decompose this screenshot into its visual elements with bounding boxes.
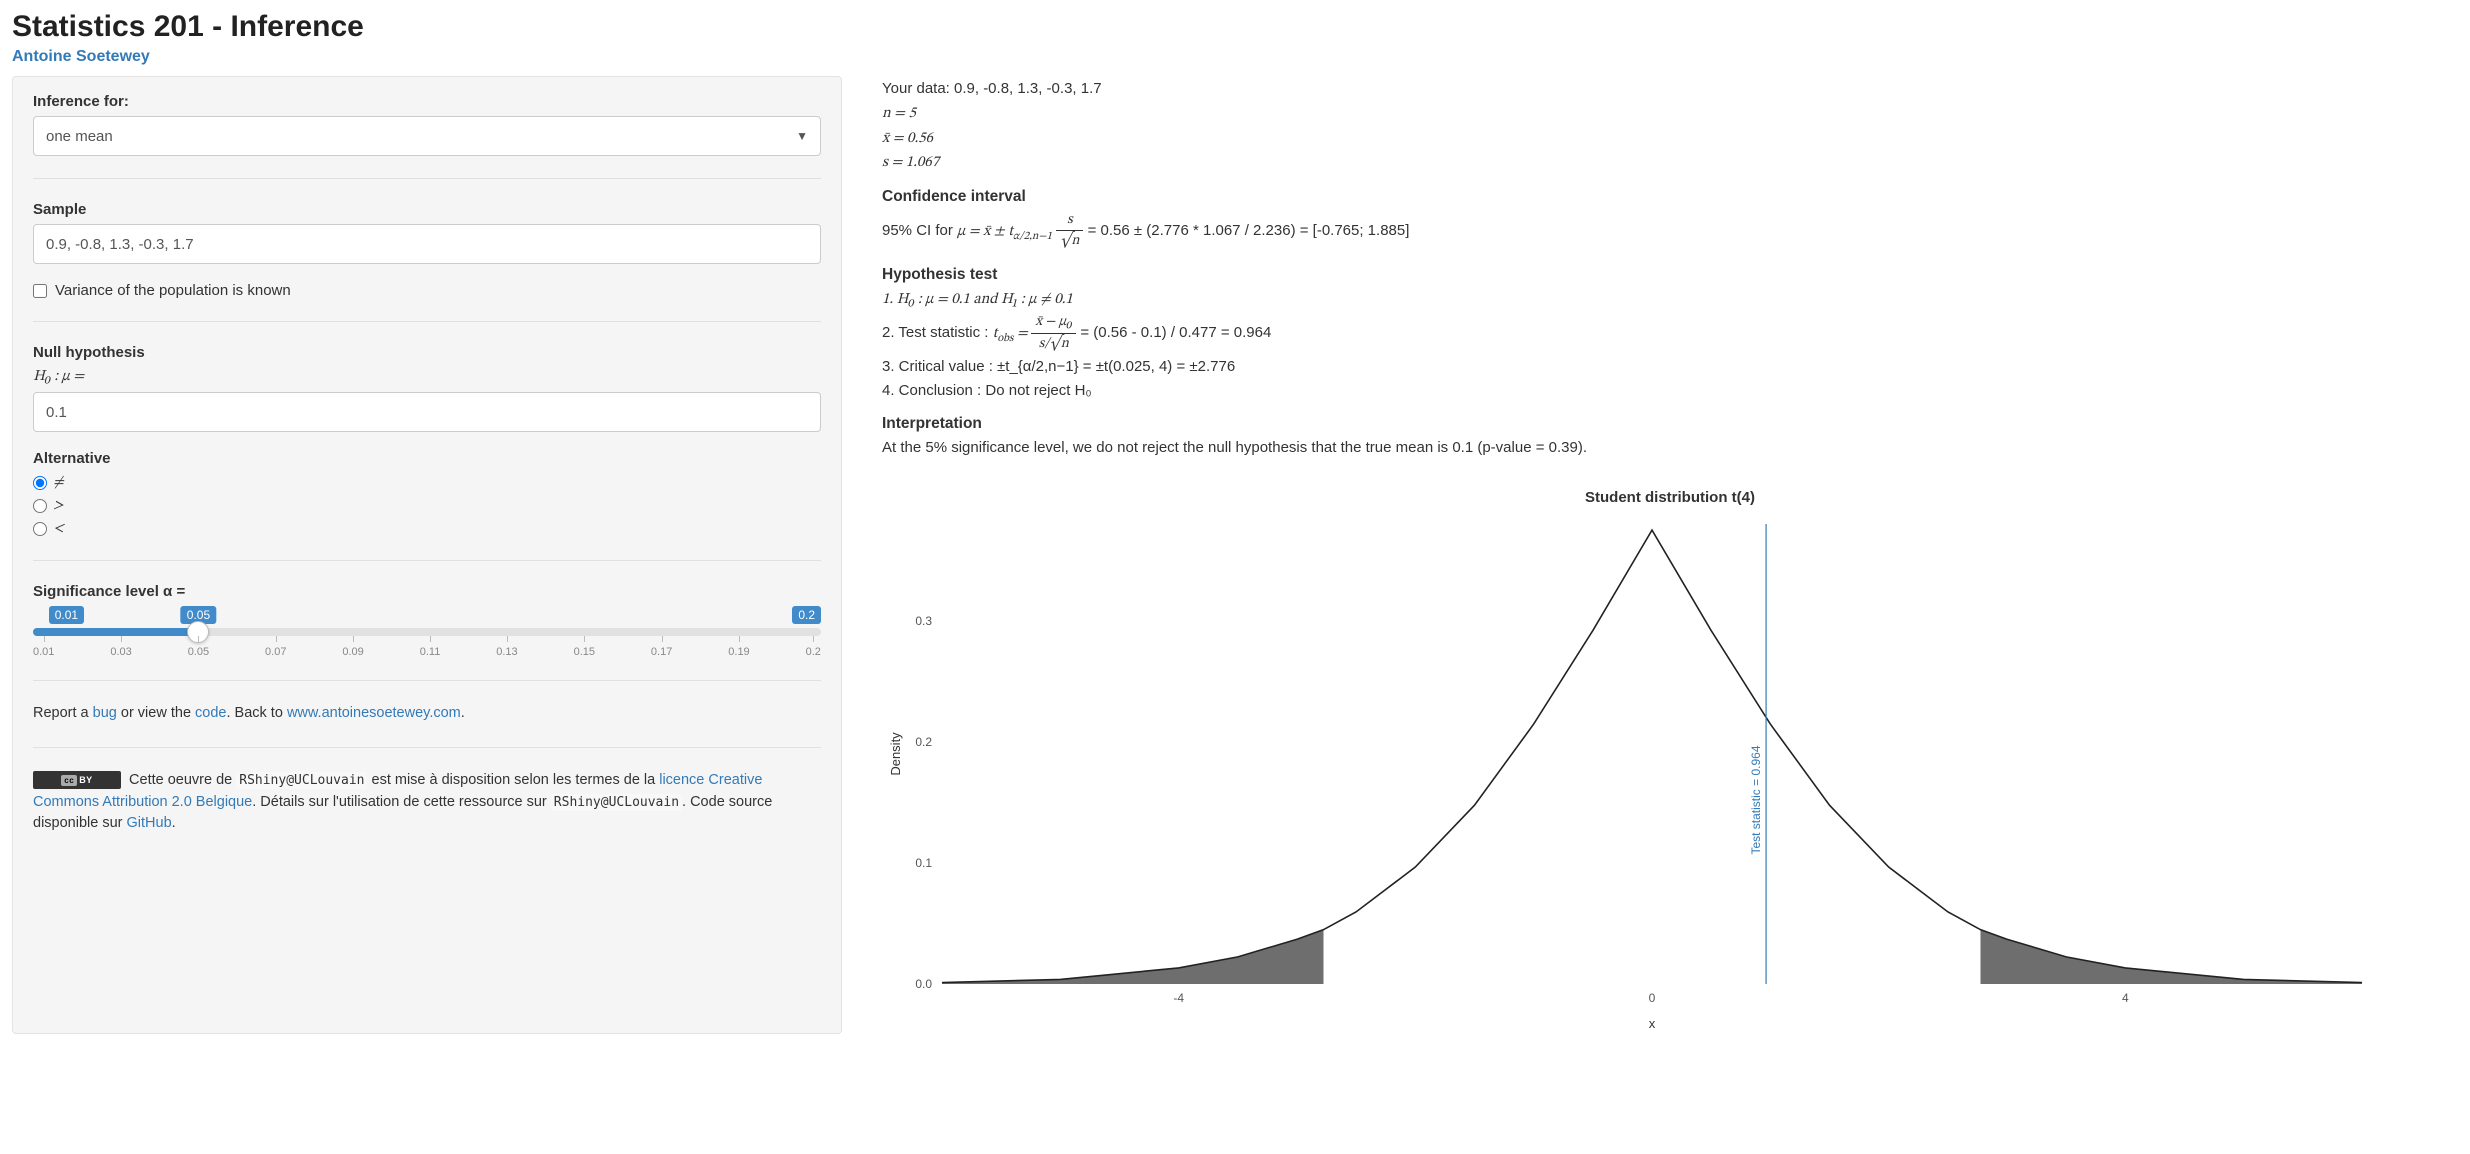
n-line: n = 5: [882, 106, 916, 121]
slider-min-badge: 0.01: [49, 606, 84, 624]
alt-lt-label: <: [53, 519, 64, 538]
inference-for-label: Inference for:: [33, 93, 821, 110]
svg-text:Density: Density: [888, 732, 903, 776]
divider: [33, 747, 821, 748]
footer-license: ccBY Cette oeuvre de RShiny@UCLouvain es…: [33, 770, 821, 835]
inference-for-value: one mean: [46, 128, 113, 145]
chart-title: Student distribution t(4): [882, 489, 2458, 506]
divider: [33, 680, 821, 681]
sample-input[interactable]: [33, 224, 821, 264]
ht-line-2: 2. Test statistic : tobs = x̄ − μ₀s/√n =…: [882, 312, 2458, 354]
slider-fill: [33, 628, 198, 636]
xbar-line: x̄ = 0.56: [882, 131, 933, 146]
alt-gt-label: >: [53, 496, 64, 515]
alt-lt-radio[interactable]: [33, 522, 47, 536]
variance-known-checkbox[interactable]: [33, 284, 47, 298]
sidebar-panel: Inference for: one mean ▼ Sample Varianc…: [12, 76, 842, 1034]
footer-report: Report a bug or view the code. Back to w…: [33, 703, 821, 725]
page-title: Statistics 201 - Inference: [12, 10, 2458, 44]
svg-text:0.0: 0.0: [915, 977, 932, 991]
svg-text:0.1: 0.1: [915, 856, 932, 870]
null-hypothesis-math: H₀ : μ =: [33, 369, 84, 384]
sample-label: Sample: [33, 201, 821, 218]
code-link[interactable]: code: [195, 705, 226, 721]
significance-label: Significance level α =: [33, 583, 821, 600]
interp-text: At the 5% significance level, we do not …: [882, 437, 2458, 459]
interp-heading: Interpretation: [882, 415, 2458, 433]
alt-gt-radio[interactable]: [33, 499, 47, 513]
site-link[interactable]: www.antoinesoetewey.com: [287, 705, 461, 721]
divider: [33, 178, 821, 179]
s-line: s = 1.067: [882, 155, 939, 170]
svg-text:0: 0: [1649, 991, 1656, 1005]
main-output: Your data: 0.9, -0.8, 1.3, -0.3, 1.7 n =…: [882, 76, 2458, 1034]
alternative-label: Alternative: [33, 450, 821, 467]
slider-track[interactable]: [33, 628, 821, 636]
svg-text:4: 4: [2122, 991, 2129, 1005]
ht-line-4: 4. Conclusion : Do not reject H₀: [882, 380, 2458, 402]
slider-max-badge: 0.2: [792, 606, 821, 624]
svg-text:-4: -4: [1173, 991, 1184, 1005]
github-link[interactable]: GitHub: [127, 815, 172, 831]
your-data-line: Your data: 0.9, -0.8, 1.3, -0.3, 1.7: [882, 78, 2458, 100]
chevron-down-icon: ▼: [796, 129, 808, 143]
ht-heading: Hypothesis test: [882, 266, 2458, 284]
divider: [33, 560, 821, 561]
null-hypothesis-label: Null hypothesis: [33, 344, 821, 361]
alt-ne-radio[interactable]: [33, 476, 47, 490]
divider: [33, 321, 821, 322]
slider-ticks: 0.01 0.03 0.05 0.07 0.09 0.11 0.13 0.15 …: [33, 646, 821, 658]
ht-line-1: 1. H₀ : μ = 0.1 and H₁ : μ ≠ 0.1: [882, 288, 2458, 311]
svg-text:0.2: 0.2: [915, 735, 932, 749]
null-hypothesis-input[interactable]: [33, 392, 821, 432]
chart: Student distribution t(4) Test statistic…: [882, 489, 2458, 1034]
svg-text:x: x: [1649, 1016, 1656, 1031]
bug-link[interactable]: bug: [93, 705, 117, 721]
alt-ne-label: ≠: [53, 473, 64, 492]
ht-line-3: 3. Critical value : ±t_{α/2,n−1} = ±t(0.…: [882, 356, 2458, 378]
ci-heading: Confidence interval: [882, 188, 2458, 206]
cc-badge-icon: ccBY: [33, 771, 121, 789]
ci-line: 95% CI for μ = x̄ ± tα/2,n−1 s√n = 0.56 …: [882, 210, 2458, 252]
inference-for-select[interactable]: one mean ▼: [33, 116, 821, 156]
svg-text:Test statistic = 0.964: Test statistic = 0.964: [1749, 745, 1763, 854]
variance-known-label: Variance of the population is known: [55, 282, 291, 299]
significance-slider[interactable]: 0.01 0.05 0.2 0.01 0.03 0.05 0.07 0.09: [33, 606, 821, 658]
svg-text:0.3: 0.3: [915, 614, 932, 628]
density-plot: Test statistic = 0.964 -4 0 4 x 0.0 0.1 0.2 0.3 D…: [882, 514, 2382, 1034]
author-link[interactable]: Antoine Soetewey: [12, 48, 2458, 66]
